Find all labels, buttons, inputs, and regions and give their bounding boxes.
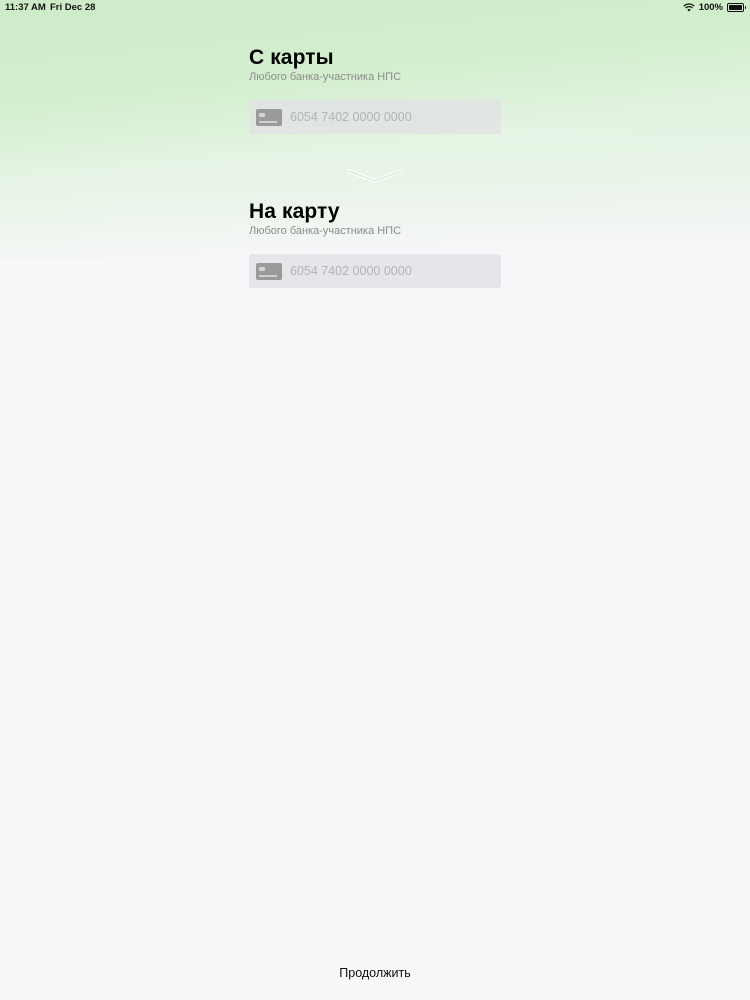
from-card-number-input[interactable] <box>290 110 490 124</box>
to-card-section: На карту Любого банка-участника НПС <box>249 200 501 288</box>
battery-icon <box>727 3 746 12</box>
continue-button[interactable]: Продолжить <box>0 966 750 980</box>
from-card-field[interactable] <box>249 100 501 134</box>
from-card-section: С карты Любого банка-участника НПС <box>249 46 501 134</box>
from-card-subtitle: Любого банка-участника НПС <box>249 71 402 83</box>
to-card-field[interactable] <box>249 254 501 288</box>
to-card-subtitle: Любого банка-участника НПС <box>249 225 402 237</box>
wifi-icon <box>683 3 695 12</box>
battery-percentage: 100% <box>698 2 723 13</box>
credit-card-icon <box>256 262 282 280</box>
credit-card-icon <box>256 108 282 126</box>
status-indicators: 100% <box>683 2 746 13</box>
from-card-title: С карты <box>249 46 334 69</box>
status-date: Fri Dec 28 <box>50 2 96 13</box>
to-card-title: На карту <box>249 200 340 223</box>
chevron-down-icon[interactable] <box>347 168 403 184</box>
to-card-number-input[interactable] <box>290 264 490 278</box>
status-bar: 11:37 AM Fri Dec 28 100% <box>0 0 750 16</box>
status-time: 11:37 AM <box>5 2 46 13</box>
